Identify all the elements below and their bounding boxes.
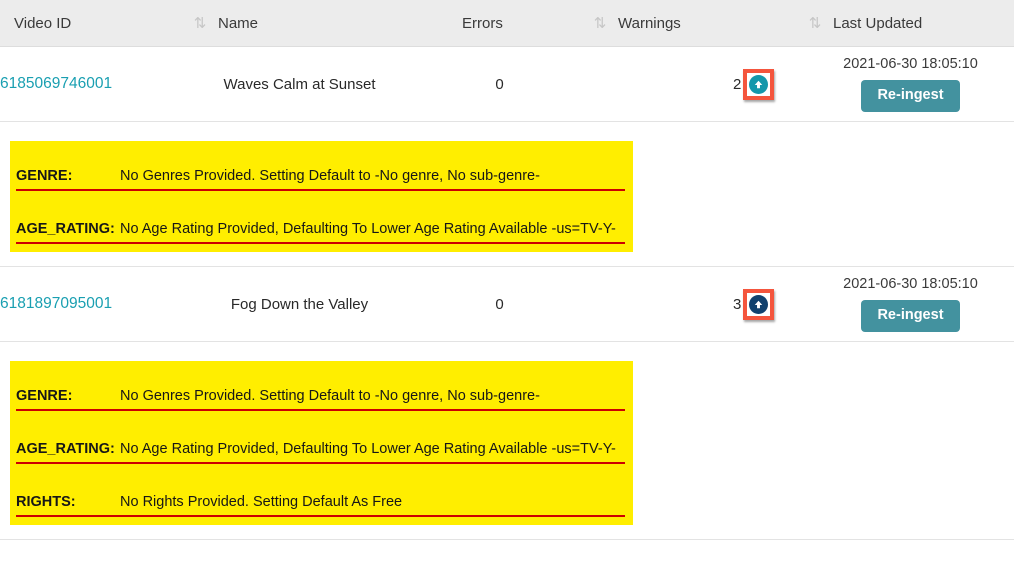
reingest-button[interactable]: Re-ingest <box>861 300 960 332</box>
column-header-label: Errors <box>462 14 503 32</box>
warning-entry: GENRE: No Genres Provided. Setting Defau… <box>10 141 633 191</box>
warning-key: GENRE: <box>16 168 73 184</box>
cell-video-id: 6181897095001 <box>0 266 192 342</box>
cell-errors: 0 <box>407 266 592 342</box>
warning-entry: RIGHTS: No Rights Provided. Setting Defa… <box>10 464 633 517</box>
column-header-video-id[interactable]: Video ID <box>0 0 192 47</box>
warnings-panel: GENRE: No Genres Provided. Setting Defau… <box>10 141 633 252</box>
column-header-label: Last Updated <box>833 14 923 32</box>
cell-last-updated: 2021-06-30 18:05:10 Re-ingest <box>807 266 1014 342</box>
ingest-status-table: Video ID ⇅ Name Errors ⇅ Warnings ⇅ Last… <box>0 0 1014 540</box>
warning-key: AGE_RATING: <box>16 441 115 457</box>
column-header-errors[interactable]: Errors <box>407 0 592 47</box>
warning-entry: GENRE: No Genres Provided. Setting Defau… <box>10 361 633 411</box>
warning-message: No Genres Provided. Setting Default to -… <box>120 388 540 404</box>
warning-message: No Age Rating Provided, Defaulting To Lo… <box>120 441 616 457</box>
video-id-link[interactable]: 6181897095001 <box>0 295 112 312</box>
column-header-last-updated[interactable]: ⇅ Last Updated <box>807 0 1014 47</box>
cell-last-updated: 2021-06-30 18:05:10 Re-ingest <box>807 46 1014 122</box>
cell-name: Waves Calm at Sunset <box>192 46 407 122</box>
cell-warnings: 2 <box>592 46 807 122</box>
cell-name: Fog Down the Valley <box>192 266 407 342</box>
sort-updown-icon[interactable]: ⇅ <box>592 16 608 31</box>
arrow-up-circle-icon <box>749 294 769 314</box>
warning-key: AGE_RATING: <box>16 221 115 237</box>
warnings-detail-cell: GENRE: No Genres Provided. Setting Defau… <box>0 121 1014 267</box>
expand-warnings-button[interactable] <box>743 288 775 320</box>
column-header-label: Warnings <box>618 14 681 32</box>
column-header-label: Video ID <box>14 14 72 32</box>
warning-key: RIGHTS: <box>16 494 76 510</box>
video-id-link[interactable]: 6185069746001 <box>0 75 112 92</box>
warning-entry: AGE_RATING: No Age Rating Provided, Defa… <box>10 411 633 464</box>
table-body: 6185069746001 Waves Calm at Sunset 0 2 2… <box>0 46 1014 540</box>
column-header-name[interactable]: ⇅ Name <box>192 0 407 47</box>
warnings-count: 2 <box>733 75 742 93</box>
column-header-warnings[interactable]: ⇅ Warnings <box>592 0 807 47</box>
last-updated-timestamp: 2021-06-30 18:05:10 <box>843 276 978 293</box>
warnings-detail-row: GENRE: No Genres Provided. Setting Defau… <box>0 121 1014 267</box>
cell-errors: 0 <box>407 46 592 122</box>
warnings-detail-cell: GENRE: No Genres Provided. Setting Defau… <box>0 341 1014 540</box>
warning-message: No Genres Provided. Setting Default to -… <box>120 168 540 184</box>
warning-key: GENRE: <box>16 388 73 404</box>
arrow-up-circle-icon <box>749 74 769 94</box>
warning-message: No Age Rating Provided, Defaulting To Lo… <box>120 221 616 237</box>
table-row: 6181897095001 Fog Down the Valley 0 3 20… <box>0 266 1014 342</box>
panel-bottom-spacer <box>10 517 633 525</box>
cell-warnings: 3 <box>592 266 807 342</box>
reingest-button[interactable]: Re-ingest <box>861 80 960 112</box>
panel-bottom-spacer <box>10 244 633 252</box>
sort-updown-icon[interactable]: ⇅ <box>807 16 823 31</box>
expand-warnings-button[interactable] <box>743 68 775 100</box>
warning-entry: AGE_RATING: No Age Rating Provided, Defa… <box>10 191 633 244</box>
column-header-label: Name <box>218 14 259 32</box>
table-row: 6185069746001 Waves Calm at Sunset 0 2 2… <box>0 46 1014 122</box>
table-header: Video ID ⇅ Name Errors ⇅ Warnings ⇅ Last… <box>0 0 1014 47</box>
warnings-count: 3 <box>733 295 742 313</box>
warnings-detail-row: GENRE: No Genres Provided. Setting Defau… <box>0 341 1014 540</box>
cell-video-id: 6185069746001 <box>0 46 192 122</box>
sort-updown-icon[interactable]: ⇅ <box>192 16 208 31</box>
warning-message: No Rights Provided. Setting Default As F… <box>120 494 403 510</box>
table-header-row: Video ID ⇅ Name Errors ⇅ Warnings ⇅ Last… <box>0 0 1014 47</box>
warnings-panel: GENRE: No Genres Provided. Setting Defau… <box>10 361 633 525</box>
last-updated-timestamp: 2021-06-30 18:05:10 <box>843 56 978 73</box>
